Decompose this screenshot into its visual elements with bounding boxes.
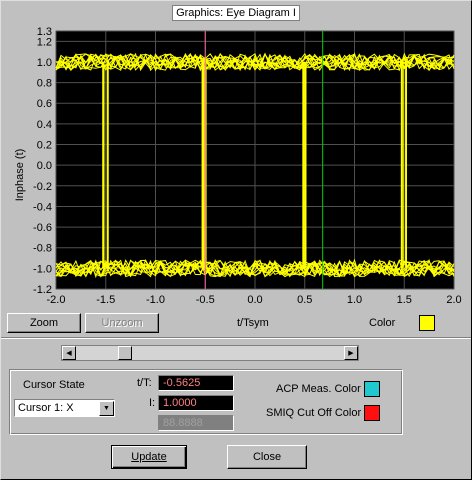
x-tick-label: 2.0 [446,294,461,306]
smiq-color-swatch[interactable] [364,405,380,421]
acp-color-label: ACP Meas. Color [276,383,361,395]
cursor-select-value: Cursor 1: X [18,402,74,414]
close-button[interactable]: Close [227,445,307,469]
y-tick-label: 0.4 [37,119,52,131]
chart-svg: -2.0 -1.5 -1.0 -0.5 0.0 0.5 1.0 1.5 2.01.31.21.0… [14,26,462,306]
y-tick-label: 0.2 [37,140,52,152]
zoom-button[interactable]: Zoom [7,313,81,333]
y-tick-label: -1.0 [33,263,52,275]
eye-diagram-chart[interactable]: -2.0 -1.5 -1.0 -0.5 0.0 0.5 1.0 1.5 2.0 1.3 1.2 1.0… [5,25,469,335]
t-value-field[interactable]: -0.5625 [158,375,234,391]
y-tick-label: -1.2 [33,284,52,296]
unzoom-button[interactable]: Unzoom [85,313,159,333]
chevron-down-icon[interactable]: ▼ [99,400,114,416]
x-tick-label: -1.0 [146,294,165,306]
x-tick-label: 0.0 [247,294,262,306]
x-tick-label: -1.5 [96,294,115,306]
scroll-thumb[interactable] [118,346,132,360]
i-label: I: [149,397,156,409]
x-tick-label: 1.0 [347,294,362,306]
eye-diagram-window: Graphics: Eye Diagram I -2.0 -1.5 -1.0 -0.5… [0,0,472,480]
y-tick-label: -0.6 [33,222,52,234]
separator [1,337,471,339]
y-tick-label: 1.2 [37,36,52,48]
t-label: t/T: [137,377,152,389]
y-tick-label: 0.6 [37,98,52,110]
x-axis-label: t/Tsym [237,317,269,329]
third-value-field: 88.8888 [158,415,234,431]
y-tick-label: 0.0 [37,160,52,172]
scroll-right-arrow-icon[interactable]: ▶ [344,346,358,360]
acp-color-swatch[interactable] [364,381,380,397]
y-tick-label: -0.8 [33,243,52,255]
cursor-state-label: Cursor State [23,379,85,391]
x-tick-label: -0.5 [196,294,215,306]
window-title: Graphics: Eye Diagram I [172,5,300,21]
x-tick-label: 0.5 [297,294,312,306]
y-tick-label: -0.4 [33,201,52,213]
y-tick-label: 1.0 [37,57,52,69]
title-bar[interactable]: Graphics: Eye Diagram I [3,3,469,23]
update-button-label: Update [131,451,167,463]
y-tick-label: 0.8 [37,78,52,90]
close-button-label: Close [252,451,282,463]
i-value-field[interactable]: 1.0000 [158,395,234,411]
horizontal-scrollbar[interactable]: ◀ ▶ [61,345,359,361]
color-label: Color [369,317,396,329]
smiq-color-label: SMIQ Cut Off Color [266,407,362,419]
cursor-select[interactable]: Cursor 1: X ▼ [14,399,115,417]
trace-color-swatch[interactable] [419,315,435,331]
scroll-left-arrow-icon[interactable]: ◀ [62,346,76,360]
scroll-track[interactable] [76,346,344,360]
y-axis-label: Inphase (t) [14,149,26,202]
update-button[interactable]: Update [111,445,187,469]
x-tick-label: 1.5 [397,294,412,306]
y-tick-label: -0.2 [33,181,52,193]
